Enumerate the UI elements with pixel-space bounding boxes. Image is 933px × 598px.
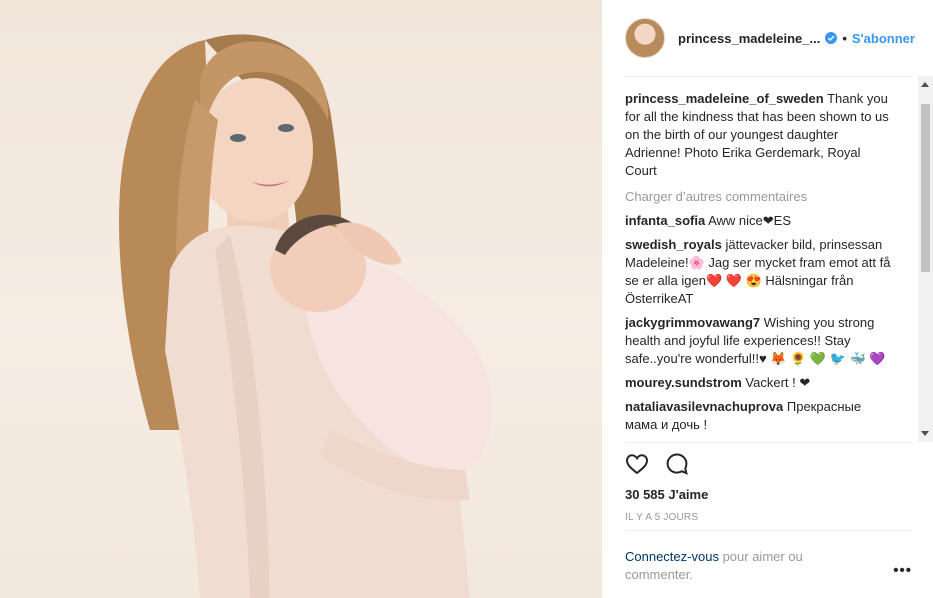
header-username[interactable]: princess_madeleine_... xyxy=(678,31,820,46)
post-header: princess_madeleine_... • S'abonner xyxy=(602,0,933,76)
comment-item: infanta_sofia Aww nice❤ES xyxy=(625,212,895,230)
scroll-down-arrow-icon[interactable] xyxy=(921,431,929,436)
post-timestamp: IL Y A 5 JOURS xyxy=(625,512,699,523)
divider xyxy=(625,530,913,531)
comments-scrollbar[interactable] xyxy=(918,76,933,442)
divider xyxy=(625,442,913,443)
comment-author[interactable]: infanta_sofia xyxy=(625,213,705,228)
comment-icon[interactable] xyxy=(665,452,689,476)
caption-author[interactable]: princess_madeleine_of_sweden xyxy=(625,91,824,106)
instagram-post: princess_madeleine_... • S'abonner princ… xyxy=(0,0,933,598)
comment-author[interactable]: nataliavasilevnachuprova xyxy=(625,399,783,414)
more-options-button[interactable]: ••• xyxy=(893,562,912,579)
scrollbar-thumb[interactable] xyxy=(921,104,930,272)
avatar[interactable] xyxy=(625,18,665,58)
comment-item: mourey.sundstrom Vackert ! ❤ xyxy=(625,374,895,392)
login-link[interactable]: Connectez-vous xyxy=(625,549,719,564)
login-prompt: Connectez-vous pour aimer ou commenter. xyxy=(625,548,855,584)
verified-badge-icon xyxy=(825,32,838,44)
comment-text: Vackert ! ❤ xyxy=(745,375,811,390)
likes-count[interactable]: 30 585 J'aime xyxy=(625,487,708,502)
follow-button[interactable]: S'abonner xyxy=(852,31,915,46)
comment-item: swedish_royals jättevacker bild, prinses… xyxy=(625,236,895,308)
comment-author[interactable]: mourey.sundstrom xyxy=(625,375,742,390)
post-actions xyxy=(625,452,689,476)
post-side-panel: princess_madeleine_... • S'abonner princ… xyxy=(602,0,933,598)
comment-author[interactable]: swedish_royals xyxy=(625,237,722,252)
load-more-comments-link[interactable]: Charger d’autres commentaires xyxy=(625,188,895,206)
caption: princess_madeleine_of_sweden Thank you f… xyxy=(625,90,895,180)
comment-author[interactable]: jackygrimmovawang7 xyxy=(625,315,760,330)
heart-icon[interactable] xyxy=(625,452,649,476)
post-photo[interactable] xyxy=(0,0,602,598)
header-separator: • xyxy=(842,30,847,46)
photo-illustration xyxy=(119,34,493,598)
comment-item: jackygrimmovawang7 Wishing you strong he… xyxy=(625,314,895,368)
divider xyxy=(625,76,913,77)
comment-item: nataliavasilevnachuprova Прекрасные мама… xyxy=(625,398,895,434)
scroll-up-arrow-icon[interactable] xyxy=(921,82,929,87)
comment-text: Aww nice❤ES xyxy=(708,213,792,228)
comments-list: princess_madeleine_of_sweden Thank you f… xyxy=(625,90,895,440)
